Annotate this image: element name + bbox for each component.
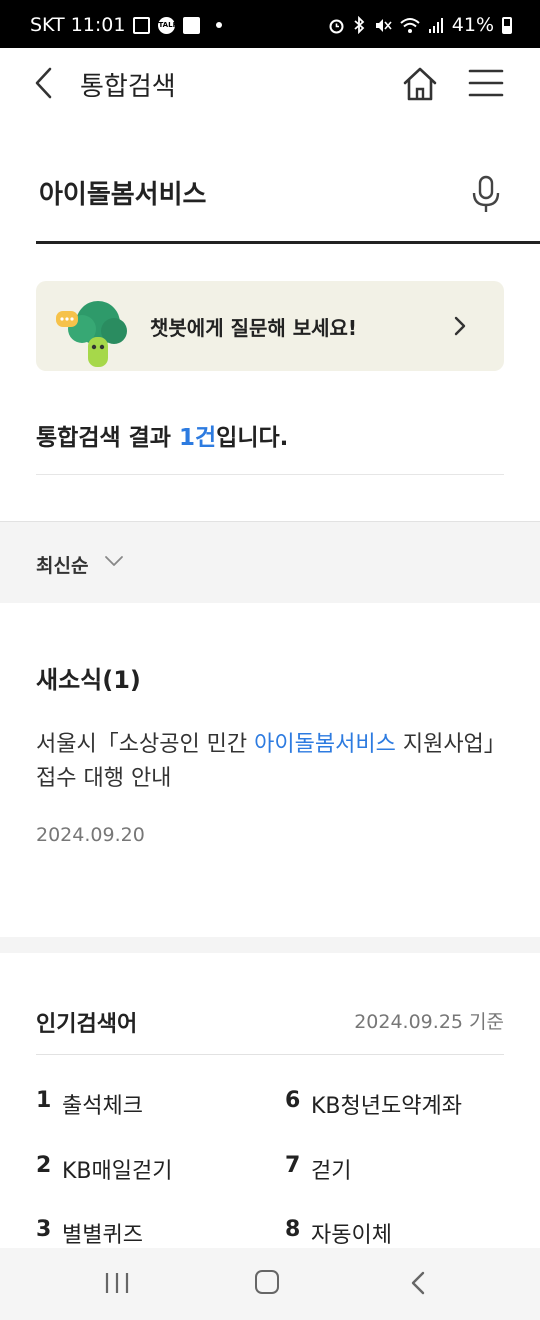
popular-term: 별별퀴즈	[62, 1223, 143, 1248]
alarm-icon	[329, 19, 344, 33]
search-input[interactable]: 아이돌봄서비스	[39, 174, 206, 211]
popular-rank: 6	[285, 1088, 301, 1113]
status-bar: SKT 11:01 TALK 41%	[0, 0, 540, 48]
app-header: 통합검색	[0, 48, 540, 118]
hamburger-menu-icon[interactable]	[468, 68, 504, 98]
popular-item[interactable]: 8 자동이체	[285, 1217, 392, 1249]
back-chevron-icon[interactable]	[30, 66, 62, 100]
result-count: 1건	[178, 425, 217, 451]
result-summary-suffix: 입니다.	[216, 425, 289, 451]
sort-dropdown[interactable]: 최신순	[36, 551, 88, 578]
flag-icon	[183, 16, 201, 34]
bluetooth-icon	[354, 16, 365, 34]
status-right: 41%	[328, 14, 512, 36]
microphone-icon[interactable]	[468, 174, 504, 214]
divider	[36, 1054, 504, 1055]
image-icon	[133, 16, 151, 34]
chevron-right-icon	[454, 316, 466, 336]
popular-rank: 1	[36, 1088, 52, 1113]
popular-term: 자동이체	[311, 1223, 392, 1248]
popular-rank: 2	[36, 1153, 52, 1178]
chevron-down-icon[interactable]	[104, 553, 124, 569]
wifi-icon	[400, 17, 420, 33]
carrier-time: SKT 11:01	[30, 14, 126, 36]
search-bar: 아이돌봄서비스	[36, 150, 540, 244]
popular-item[interactable]: 2 KB매일걷기	[36, 1153, 172, 1185]
sort-bar: 최신순	[0, 521, 540, 603]
popular-rank: 7	[285, 1153, 301, 1178]
signal-icon	[428, 17, 443, 33]
popular-term: KB매일걷기	[62, 1159, 173, 1184]
home-icon[interactable]	[400, 64, 440, 104]
news-item-date: 2024.09.20	[36, 824, 145, 846]
recent-apps-icon[interactable]	[104, 1271, 130, 1295]
news-item-title[interactable]: 서울시「소상공인 민간 아이돌봄서비스 지원사업」 접수 대행 안내	[36, 728, 506, 796]
popular-term: 출석체크	[62, 1094, 143, 1119]
page-title: 통합검색	[80, 72, 176, 102]
popular-item[interactable]: 3 별별퀴즈	[36, 1217, 143, 1249]
news-title-highlight: 아이돌봄서비스	[254, 732, 396, 757]
notification-dot-icon	[216, 22, 223, 28]
status-left: SKT 11:01 TALK	[30, 14, 223, 36]
back-button-icon[interactable]	[410, 1270, 426, 1296]
result-summary-prefix: 통합검색 결과	[36, 425, 179, 451]
popular-item[interactable]: 1 출석체크	[36, 1088, 143, 1120]
divider	[36, 474, 504, 475]
chatbot-banner[interactable]: 챗봇에게 질문해 보세요!	[36, 281, 504, 371]
popular-rank: 8	[285, 1217, 301, 1242]
battery-percent: 41%	[451, 14, 494, 36]
talk-icon: TALK	[158, 16, 178, 34]
system-nav-bar	[0, 1248, 540, 1320]
section-separator	[0, 937, 540, 953]
news-section-heading: 새소식(1)	[36, 666, 141, 694]
news-title-part: 서울시「소상공인 민간	[36, 732, 255, 757]
battery-icon	[502, 16, 512, 34]
popular-rank: 3	[36, 1217, 52, 1242]
chatbot-prompt-text: 챗봇에게 질문해 보세요!	[150, 316, 358, 340]
home-button-icon[interactable]	[255, 1270, 279, 1294]
popular-term: KB청년도약계좌	[311, 1094, 462, 1119]
popular-section-heading: 인기검색어	[36, 1012, 138, 1037]
chatbot-mascot-icon	[56, 301, 127, 367]
mute-icon	[375, 18, 392, 32]
popular-item[interactable]: 6 KB청년도약계좌	[285, 1088, 462, 1120]
popular-reference-date: 2024.09.25 기준	[354, 1011, 504, 1033]
popular-item[interactable]: 7 걷기	[285, 1153, 351, 1185]
popular-term: 걷기	[311, 1159, 352, 1184]
result-summary: 통합검색 결과 1건입니다.	[36, 418, 288, 452]
